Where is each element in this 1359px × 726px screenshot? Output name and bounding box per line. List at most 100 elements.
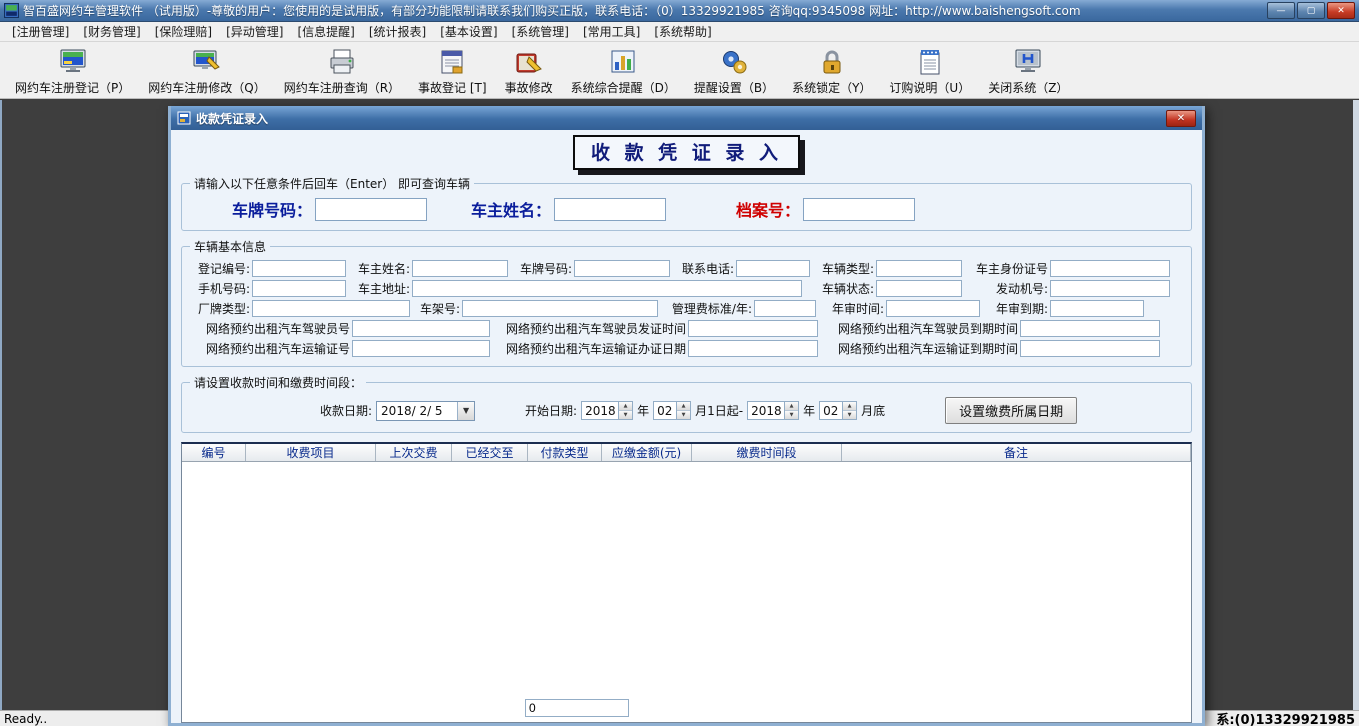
dialog-title: 收款凭证录入 [196, 110, 268, 127]
file-number-input[interactable] [803, 198, 915, 221]
col-header-amount-due[interactable]: 应缴金额(元) [602, 444, 692, 461]
window-title: 智百盛网约车管理软件 （试用版）-尊敬的用户：您使用的是试用版，有部分功能限制请… [23, 2, 1081, 19]
toolbar-order-button[interactable]: 订购说明（U） [880, 45, 979, 97]
menu-system[interactable]: [系统管理] [506, 22, 575, 41]
frame-no-input[interactable] [462, 300, 658, 317]
toolbar-reminder-settings-button[interactable]: 提醒设置（B） [685, 45, 783, 97]
annual-due-input[interactable] [1050, 300, 1144, 317]
mgmt-fee-input[interactable] [754, 300, 816, 317]
transport-cert-no-input[interactable] [352, 340, 490, 357]
driver-cert-issue-label: 网络预约出租汽车驾驶员发证时间 [490, 320, 688, 337]
accident-edit-icon [514, 46, 544, 78]
toolbar-register-button[interactable]: 网约车注册登记（P） [6, 45, 139, 97]
spin-down-icon[interactable]: ▼ [785, 411, 798, 419]
col-header-number[interactable]: 编号 [182, 444, 246, 461]
spin-up-icon[interactable]: ▲ [785, 402, 798, 411]
reg-no-input[interactable] [252, 260, 346, 277]
vehicle-status-input[interactable] [876, 280, 962, 297]
amount-input[interactable] [525, 699, 629, 717]
spin-down-icon[interactable]: ▼ [619, 411, 632, 419]
address-label: 车主地址: [346, 280, 412, 297]
transport-cert-issue-input[interactable] [688, 340, 818, 357]
end-month-spinner[interactable]: 02 ▲▼ [819, 401, 857, 420]
engine-no-label: 发动机号: [962, 280, 1050, 297]
window-titlebar[interactable]: 智百盛网约车管理软件 （试用版）-尊敬的用户：您使用的是试用版，有部分功能限制请… [0, 0, 1359, 22]
toolbar-system-reminder-button[interactable]: 系统综合提醒（D） [562, 45, 685, 97]
menu-tools[interactable]: [常用工具] [577, 22, 646, 41]
menu-help[interactable]: [系统帮助] [648, 22, 717, 41]
dialog-close-button[interactable]: ✕ [1166, 110, 1196, 127]
start-month-value: 02 [654, 402, 676, 419]
fee-grid-body[interactable] [182, 462, 1191, 722]
col-header-fee-period[interactable]: 缴费时间段 [692, 444, 842, 461]
phone-input[interactable] [736, 260, 810, 277]
end-month-value: 02 [820, 402, 842, 419]
spin-down-icon[interactable]: ▼ [677, 411, 690, 419]
transport-cert-due-input[interactable] [1020, 340, 1160, 357]
menu-finance[interactable]: [财务管理] [77, 22, 146, 41]
info-row-5: 网络预约出租汽车运输证号 网络预约出租汽车运输证办证日期 网络预约出租汽车运输证… [190, 340, 1183, 357]
window-controls: — ▢ ✕ [1267, 2, 1355, 19]
menu-reminder[interactable]: [信息提醒] [292, 22, 361, 41]
end-text: 月底 [861, 402, 885, 419]
toolbar-accident-modify-button[interactable]: 事故修改 [496, 45, 562, 97]
col-header-last-paid[interactable]: 上次交费 [376, 444, 452, 461]
chevron-down-icon[interactable]: ▼ [457, 402, 474, 420]
toolbar-label: 事故登记 [T] [418, 79, 487, 96]
engine-no-input[interactable] [1050, 280, 1170, 297]
driver-cert-due-input[interactable] [1020, 320, 1160, 337]
app-root: { "window": { "title": "智百盛网约车管理软件 （试用版）… [0, 0, 1359, 726]
start-month-spinner[interactable]: 02 ▲▼ [653, 401, 691, 420]
owner-name-input[interactable] [554, 198, 666, 221]
toolbar-accident-register-button[interactable]: 事故登记 [T] [409, 45, 496, 97]
driver-cert-no-input[interactable] [352, 320, 490, 337]
spin-up-icon[interactable]: ▲ [677, 402, 690, 411]
end-year-spinner[interactable]: 2018 ▲▼ [747, 401, 799, 420]
spin-up-icon[interactable]: ▲ [619, 402, 632, 411]
spin-down-icon[interactable]: ▼ [843, 411, 856, 419]
mgmt-fee-label: 管理费标准/年: [658, 300, 754, 317]
address-input[interactable] [412, 280, 802, 297]
annual-check-label: 年审时间: [816, 300, 886, 317]
start-year-spinner[interactable]: 2018 ▲▼ [581, 401, 633, 420]
plate-no-input2[interactable] [574, 260, 670, 277]
vehicle-type-input[interactable] [876, 260, 962, 277]
app-logo-icon [4, 3, 19, 18]
driver-cert-issue-input[interactable] [688, 320, 818, 337]
fee-grid-header: 编号 收费项目 上次交费 已经交至 付款类型 应缴金额(元) 缴费时间段 备注 [182, 444, 1191, 462]
menu-insurance[interactable]: [保险理赔] [149, 22, 218, 41]
brand-type-input[interactable] [252, 300, 410, 317]
plate-number-input[interactable] [315, 198, 427, 221]
col-header-remarks[interactable]: 备注 [842, 444, 1191, 461]
close-button[interactable]: ✕ [1327, 2, 1355, 19]
plate-no-label2: 车牌号码: [508, 260, 574, 277]
payment-time-legend: 请设置收款时间和缴费时间段： [190, 374, 366, 391]
col-header-fee-item[interactable]: 收费项目 [246, 444, 376, 461]
vehicle-info-legend: 车辆基本信息 [190, 238, 270, 255]
menu-reports[interactable]: [统计报表] [363, 22, 432, 41]
info-row-4: 网络预约出租汽车驾驶员号 网络预约出租汽车驾驶员发证时间 网络预约出租汽车驾驶员… [190, 320, 1183, 337]
annual-check-input[interactable] [886, 300, 980, 317]
owner-name-input2[interactable] [412, 260, 508, 277]
spin-up-icon[interactable]: ▲ [843, 402, 856, 411]
collect-date-combobox[interactable]: 2018/ 2/ 5 ▼ [376, 401, 475, 421]
payment-time-row: 收款日期: 2018/ 2/ 5 ▼ 开始日期: 2018 ▲▼ 年 02 ▲▼… [190, 393, 1183, 426]
dialog-titlebar[interactable]: 收款凭证录入 ✕ [171, 106, 1202, 130]
register-terminal-icon [58, 46, 88, 78]
maximize-button[interactable]: ▢ [1297, 2, 1325, 19]
toolbar-query-button[interactable]: 网约车注册查询（R） [275, 45, 409, 97]
col-header-paid-until[interactable]: 已经交至 [452, 444, 528, 461]
toolbar-lock-button[interactable]: 系统锁定（Y） [783, 45, 880, 97]
minimize-button[interactable]: — [1267, 2, 1295, 19]
mobile-input[interactable] [252, 280, 346, 297]
toolbar-close-system-button[interactable]: 关闭系统（Z） [979, 45, 1077, 97]
owner-id-input[interactable] [1050, 260, 1170, 277]
menu-settings[interactable]: [基本设置] [434, 22, 503, 41]
set-fee-period-button[interactable]: 设置缴费所属日期 [945, 397, 1077, 424]
col-header-pay-type[interactable]: 付款类型 [528, 444, 602, 461]
toolbar-label: 系统综合提醒（D） [571, 79, 676, 96]
menu-change[interactable]: [异动管理] [220, 22, 289, 41]
toolbar-modify-button[interactable]: 网约车注册修改（Q） [139, 45, 274, 97]
vehicle-info-group: 车辆基本信息 登记编号: 车主姓名: 车牌号码: 联系电话: 车辆类型: 车主身… [181, 238, 1192, 367]
menu-register[interactable]: [注册管理] [6, 22, 75, 41]
